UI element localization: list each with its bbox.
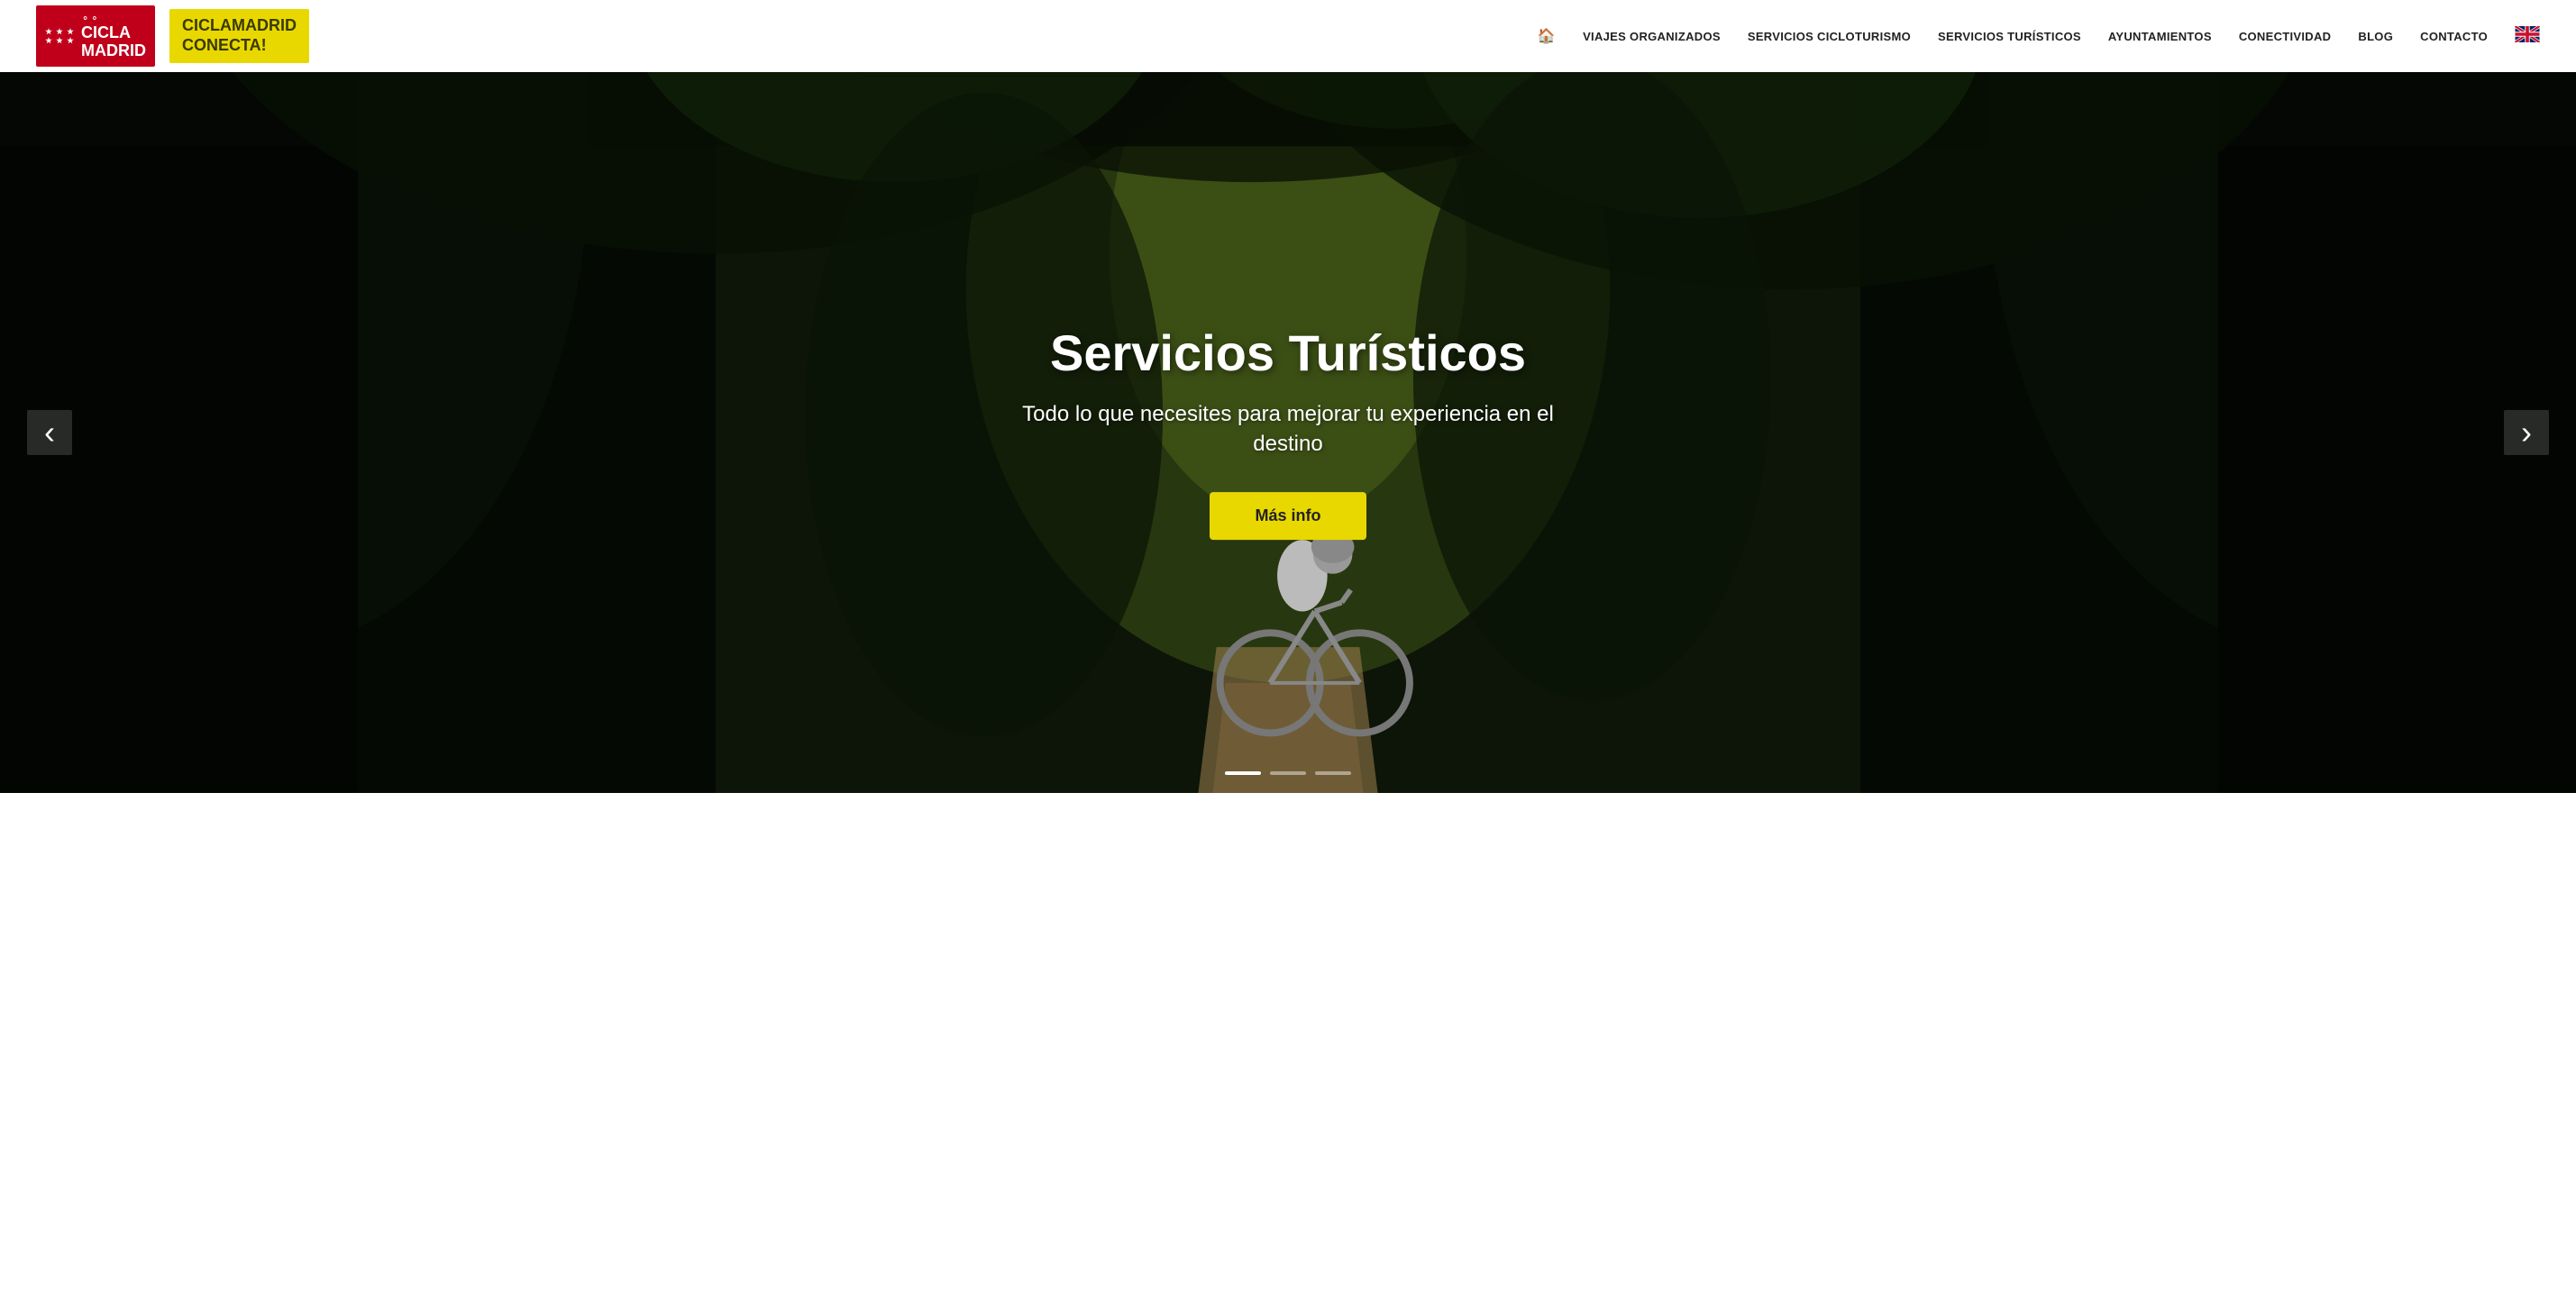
header: ⚬⚬ CICLA MADRID CICLAMADRID CONECTA! 🏠 V… (0, 0, 2576, 72)
slider-dot-3[interactable] (1315, 771, 1351, 775)
ciclamadrid-logo[interactable]: ⚬⚬ CICLA MADRID (36, 5, 155, 68)
nav-item-servicios-ciclo[interactable]: SERVICIOS CICLOTURISMO (1748, 30, 1911, 43)
hero-cta-button[interactable]: Más info (1210, 492, 1366, 540)
logo-area: ⚬⚬ CICLA MADRID CICLAMADRID CONECTA! (36, 5, 309, 68)
slider-next-button[interactable]: › (2504, 410, 2549, 455)
logo-stars-grid (45, 28, 76, 44)
main-nav: 🏠 VIAJES ORGANIZADOS SERVICIOS CICLOTURI… (1538, 26, 2540, 47)
slider-dot-1[interactable] (1225, 771, 1261, 775)
slider-prev-button[interactable]: ‹ (27, 410, 72, 455)
nav-item-servicios-turisticos[interactable]: SERVICIOS TURÍSTICOS (1938, 30, 2081, 43)
hero-subtitle: Todo lo que necesites para mejorar tu ex… (1018, 399, 1558, 460)
ciclamadrid-text: ⚬⚬ CICLA MADRID (81, 13, 146, 60)
hero-content: Servicios Turísticos Todo lo que necesit… (1018, 325, 1558, 540)
chevron-right-icon: › (2521, 416, 2532, 449)
logo-cicla-line2: MADRID (81, 42, 146, 60)
conecta-line1: CICLAMADRID (182, 16, 297, 36)
star-icon (67, 28, 74, 35)
bike-icon: ⚬⚬ (81, 13, 146, 24)
logo-cicla-line1: CICLA (81, 24, 146, 42)
nav-home-link[interactable]: 🏠 (1538, 27, 1556, 45)
nav-item-viajes[interactable]: VIAJES ORGANIZADOS (1583, 30, 1721, 43)
hero-section: ‹ Servicios Turísticos Todo lo que neces… (0, 72, 2576, 793)
slider-dot-2[interactable] (1270, 771, 1306, 775)
hero-title: Servicios Turísticos (1018, 325, 1558, 381)
language-switcher[interactable] (2515, 26, 2540, 47)
uk-flag-icon (2515, 26, 2540, 42)
star-icon (56, 28, 63, 35)
nav-item-blog[interactable]: BLOG (2358, 30, 2393, 43)
conecta-text: CICLAMADRID CONECTA! (182, 16, 297, 55)
star-icon (45, 28, 52, 35)
chevron-left-icon: ‹ (44, 416, 55, 449)
conecta-logo[interactable]: CICLAMADRID CONECTA! (169, 9, 309, 62)
star-icon (67, 37, 74, 44)
conecta-line2: CONECTA! (182, 36, 297, 56)
nav-item-conectividad[interactable]: CONECTIVIDAD (2239, 30, 2332, 43)
nav-item-contacto[interactable]: CONTACTO (2420, 30, 2488, 43)
star-icon (45, 37, 52, 44)
nav-item-ayuntamientos[interactable]: AYUNTAMIENTOS (2108, 30, 2212, 43)
star-icon (56, 37, 63, 44)
slider-dots (1225, 771, 1351, 775)
